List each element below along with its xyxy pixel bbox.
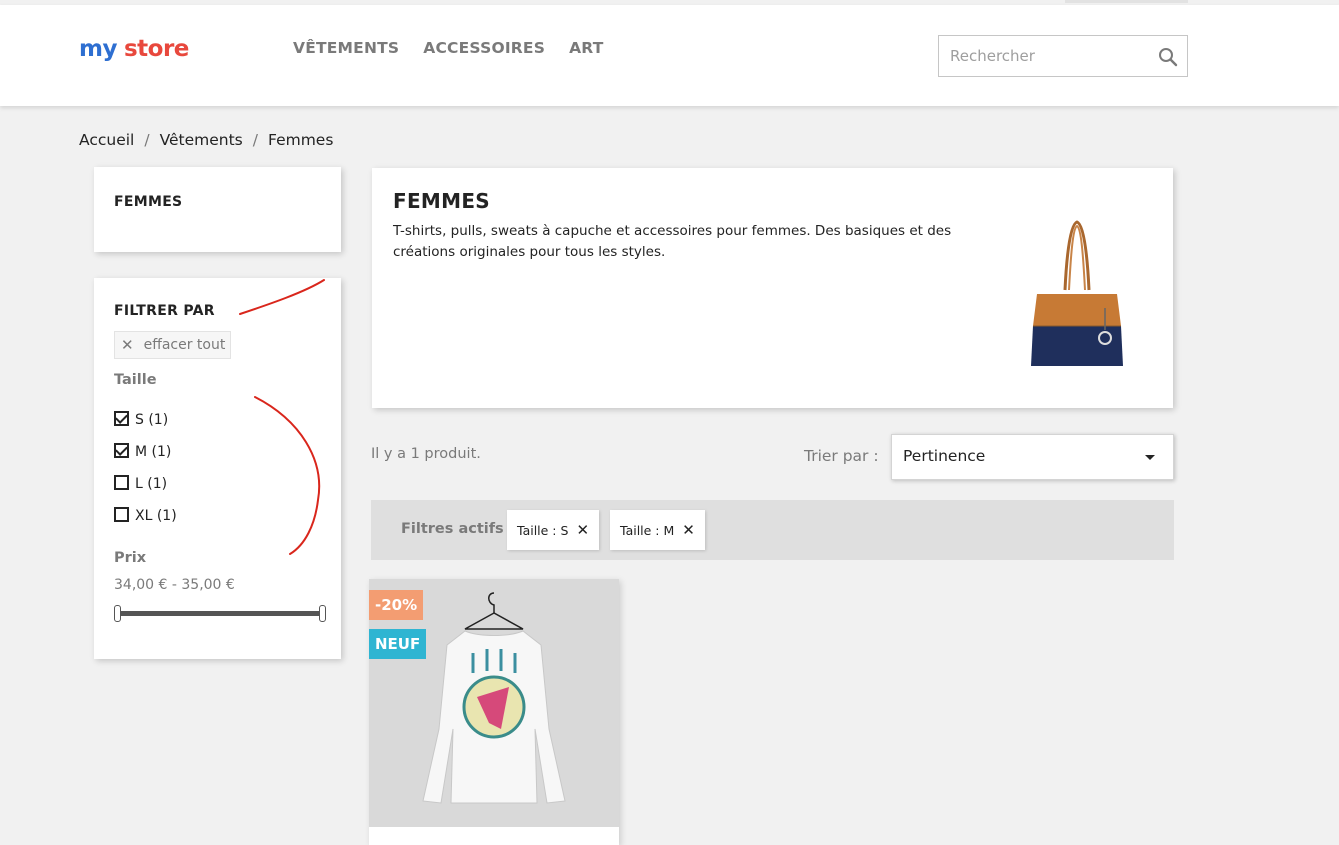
- close-icon[interactable]: ✕: [682, 521, 695, 539]
- logo-text-store: store: [123, 36, 189, 62]
- close-icon: ✕: [121, 336, 134, 354]
- nav-vetements[interactable]: VÊTEMENTS: [293, 39, 399, 57]
- category-tree-title[interactable]: FEMMES: [114, 194, 182, 210]
- filter-panel: FILTRER PAR ✕ effacer tout Taille S (1) …: [94, 278, 341, 659]
- clear-all-button[interactable]: ✕ effacer tout: [114, 331, 231, 359]
- store-logo[interactable]: my store: [79, 29, 189, 69]
- category-tree-block: FEMMES: [94, 167, 341, 252]
- size-option-s[interactable]: S (1): [114, 404, 177, 436]
- breadcrumb-accueil[interactable]: Accueil: [79, 131, 134, 149]
- price-slider[interactable]: [114, 603, 326, 625]
- checkbox-checked[interactable]: [114, 442, 129, 458]
- discount-badge: -20%: [369, 590, 424, 620]
- size-option-label: L (1): [135, 476, 168, 492]
- active-filters-label: Filtres actifs: [401, 521, 504, 537]
- size-facet-list: S (1) M (1) L (1) XL (1): [114, 404, 177, 532]
- product-info-strip: [369, 827, 619, 845]
- close-icon[interactable]: ✕: [576, 521, 589, 539]
- sort-selected-value: Pertinence: [903, 447, 986, 465]
- size-option-label: S (1): [135, 412, 169, 428]
- size-option-label: M (1): [135, 444, 172, 460]
- top-tab: [1065, 0, 1188, 3]
- search-box: [938, 35, 1188, 77]
- filter-title: FILTRER PAR: [114, 303, 215, 319]
- new-badge: NEUF: [369, 629, 427, 659]
- sort-select[interactable]: Pertinence: [891, 434, 1174, 480]
- size-option-l[interactable]: L (1): [114, 468, 177, 500]
- search-input[interactable]: [939, 36, 1149, 76]
- caret-down-icon: [1145, 455, 1155, 460]
- checkbox-unchecked[interactable]: [114, 474, 129, 490]
- sort-label: Trier par :: [804, 447, 879, 465]
- price-slider-max-handle[interactable]: [319, 605, 326, 622]
- handbag-image: [1031, 220, 1123, 366]
- main-nav: VÊTEMENTS ACCESSOIRES ART: [293, 39, 604, 57]
- checkbox-checked[interactable]: [114, 410, 129, 426]
- active-filters-bar: Filtres actifs Taille : S ✕ Taille : M ✕: [371, 500, 1174, 560]
- checkbox-unchecked[interactable]: [114, 506, 129, 522]
- clear-all-label: effacer tout: [143, 337, 226, 353]
- size-option-label: XL (1): [135, 508, 177, 524]
- size-option-xl[interactable]: XL (1): [114, 500, 177, 532]
- breadcrumb-separator: /: [252, 131, 258, 149]
- product-card[interactable]: -20% NEUF: [369, 579, 619, 845]
- active-filter-chip-s[interactable]: Taille : S ✕: [507, 510, 600, 550]
- active-filter-label: Taille : M: [620, 522, 675, 538]
- site-header: my store VÊTEMENTS ACCESSOIRES ART: [0, 5, 1339, 106]
- price-slider-min-handle[interactable]: [114, 605, 121, 622]
- category-title: FEMMES: [393, 189, 490, 213]
- nav-art[interactable]: ART: [569, 39, 603, 57]
- size-option-m[interactable]: M (1): [114, 436, 177, 468]
- breadcrumb-femmes[interactable]: Femmes: [268, 131, 333, 149]
- active-filter-chip-m[interactable]: Taille : M ✕: [610, 510, 705, 550]
- active-filter-label: Taille : S: [517, 522, 569, 538]
- size-facet-title: Taille: [114, 372, 157, 388]
- price-slider-track: [118, 611, 322, 616]
- breadcrumb-vetements[interactable]: Vêtements: [160, 131, 243, 149]
- breadcrumb-separator: /: [144, 131, 150, 149]
- product-count: Il y a 1 produit.: [371, 446, 481, 462]
- nav-accessoires[interactable]: ACCESSOIRES: [423, 39, 545, 57]
- breadcrumb: Accueil / Vêtements / Femmes: [79, 131, 333, 149]
- search-icon[interactable]: [1158, 47, 1178, 67]
- price-facet-title: Prix: [114, 550, 147, 566]
- price-range-text: 34,00 € - 35,00 €: [114, 577, 235, 593]
- logo-text-my: my: [79, 36, 117, 62]
- category-description: T-shirts, pulls, sweats à capuche et acc…: [393, 223, 952, 260]
- category-header: FEMMES T-shirts, pulls, sweats à capuche…: [372, 168, 1173, 408]
